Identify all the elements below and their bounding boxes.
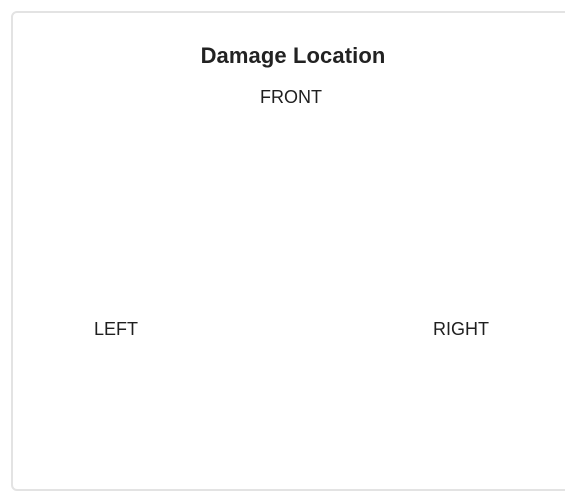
damage-location-card: Damage Location FRONT LEFT RIGHT xyxy=(11,11,565,491)
right-label: RIGHT xyxy=(433,319,489,339)
front-label: FRONT xyxy=(260,87,322,107)
left-label: LEFT xyxy=(94,319,139,339)
damage-location-diagram[interactable]: FRONT LEFT RIGHT xyxy=(13,13,565,483)
